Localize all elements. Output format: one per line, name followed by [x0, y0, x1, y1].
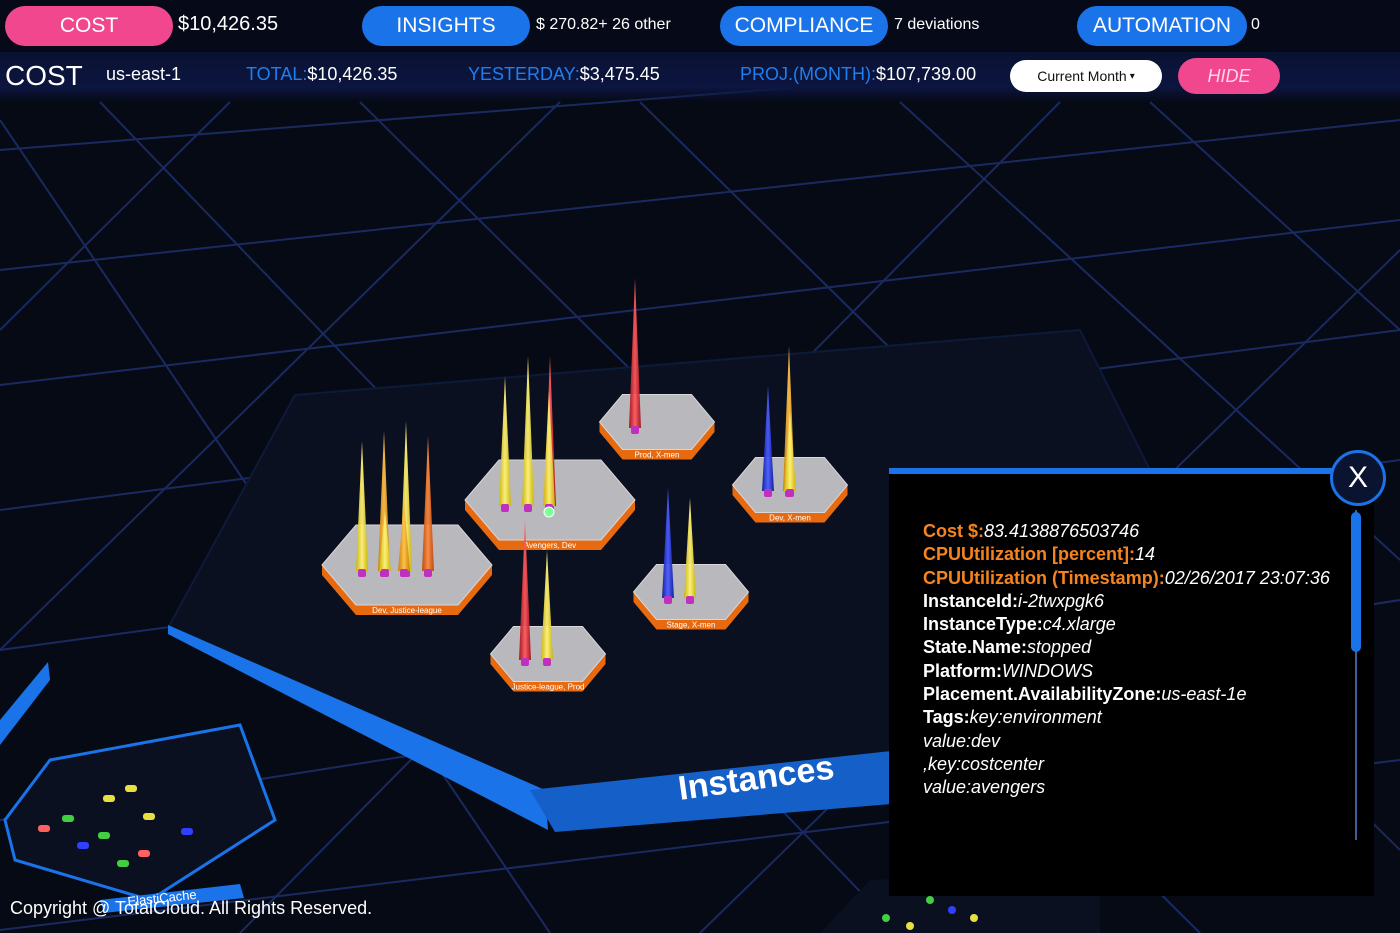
- instance-node: [521, 658, 529, 666]
- hex-label: Dev, X-men: [769, 514, 811, 523]
- detail-state: State.Name:stopped: [923, 636, 1333, 659]
- hex-label: Dev, Justice-league: [372, 606, 442, 615]
- detail-cpu-value: 14: [1135, 544, 1156, 565]
- total-cost: TOTAL:$10,426.35: [246, 64, 397, 85]
- yesterday-cost: YESTERDAY:$3,475.45: [468, 64, 660, 85]
- detail-tags-label: Tags:: [923, 707, 970, 728]
- region-label: us-east-1: [106, 64, 182, 84]
- detail-instance-id-label: InstanceId:: [923, 590, 1019, 611]
- detail-tags-line3: ,key:costcenter: [923, 753, 1045, 774]
- hex-label: Stage, X-men: [667, 621, 716, 630]
- detail-tags-line1: key:environment: [969, 707, 1102, 728]
- detail-instance-id-value: i-2twxpgk6: [1018, 590, 1105, 611]
- instance-node: [786, 489, 794, 497]
- section-title: COST: [5, 60, 83, 91]
- hex-top: [598, 394, 716, 450]
- yesterday-value: $3,475.45: [579, 64, 660, 84]
- total-label: TOTAL:: [246, 64, 308, 84]
- close-icon: X: [1347, 461, 1368, 494]
- hide-button[interactable]: HIDE: [1178, 58, 1280, 94]
- hex-label: Justice-league, Prod: [512, 683, 585, 692]
- projected-cost: PROJ.(MONTH):$107,739.00: [740, 64, 976, 85]
- detail-tags-line4: value:avengers: [923, 777, 1046, 798]
- period-select-value: Current Month: [1037, 68, 1127, 84]
- detail-instance-type-label: InstanceType:: [923, 614, 1043, 635]
- detail-cpu: CPUUtilization [percent]:14: [923, 543, 1333, 566]
- instance-node: [686, 596, 694, 604]
- detail-instance-type-value: c4.xlarge: [1042, 614, 1116, 635]
- detail-ts-label: CPUUtilization (Timestamp):: [923, 567, 1165, 588]
- detail-az: Placement.AvailabilityZone:us-east-1e: [923, 683, 1333, 706]
- instance-node: [631, 426, 639, 434]
- detail-tags-line2: value:dev: [923, 730, 1001, 751]
- instance-node: [664, 596, 672, 604]
- close-button[interactable]: X: [1330, 450, 1386, 506]
- elasticache-platform[interactable]: [0, 662, 277, 913]
- panel-scroll-thumb[interactable]: [1351, 512, 1361, 652]
- detail-platform-label: Platform:: [923, 660, 1003, 681]
- detail-state-value: stopped: [1027, 637, 1092, 658]
- instance-node: [424, 569, 432, 577]
- cost-spike[interactable]: [629, 278, 641, 428]
- automation-value: 0: [1251, 16, 1260, 33]
- detail-platform: Platform:WINDOWS: [923, 660, 1333, 683]
- detail-cost-label: Cost $:: [923, 521, 985, 541]
- tab-automation[interactable]: AUTOMATION: [1077, 6, 1247, 46]
- detail-instance-id: InstanceId:i-2twxpgk6: [923, 590, 1333, 613]
- detail-ts-value: 02/26/2017 23:07:36: [1164, 567, 1330, 588]
- detail-instance-type: InstanceType:c4.xlarge: [923, 613, 1333, 636]
- projected-label: PROJ.(MONTH):: [740, 64, 876, 84]
- detail-az-label: Placement.AvailabilityZone:: [923, 684, 1162, 705]
- instance-node: [764, 489, 772, 497]
- chevron-down-icon: ▾: [1129, 70, 1135, 82]
- hex-label: Prod, X-men: [635, 451, 680, 460]
- instance-node: [524, 504, 532, 512]
- instance-node: [358, 569, 366, 577]
- detail-state-label: State.Name:: [923, 637, 1028, 658]
- detail-cpu-label: CPUUtilization [percent]:: [923, 544, 1136, 565]
- instance-node: [400, 569, 408, 577]
- instance-node: [501, 504, 509, 512]
- detail-cpu-timestamp: CPUUtilization (Timestamp):02/26/2017 23…: [923, 567, 1333, 590]
- compliance-value: 7 deviations: [894, 16, 980, 33]
- hex-label: Avengers, Dev: [524, 541, 576, 550]
- instance-node: [381, 569, 389, 577]
- tab-compliance[interactable]: COMPLIANCE: [720, 6, 888, 46]
- detail-tags: Tags:key:environment: [923, 706, 1333, 729]
- detail-platform-value: WINDOWS: [1002, 660, 1093, 681]
- cost-total-value: $10,426.35: [178, 13, 279, 35]
- instance-node: [543, 658, 551, 666]
- yesterday-label: YESTERDAY:: [468, 64, 580, 84]
- detail-cost: Cost $:83.4138876503746: [923, 520, 1333, 543]
- period-select[interactable]: Current Month ▾: [1010, 60, 1162, 92]
- selected-instance-marker[interactable]: [543, 506, 555, 518]
- tab-cost[interactable]: COST: [5, 6, 173, 46]
- instance-details: Cost $:83.4138876503746 CPUUtilization […: [923, 520, 1333, 800]
- projected-value: $107,739.00: [875, 64, 977, 84]
- detail-cost-value: 83.4138876503746: [984, 521, 1140, 541]
- total-value: $10,426.35: [307, 64, 398, 84]
- detail-az-value: us-east-1e: [1161, 684, 1247, 705]
- copyright-footer: Copyright @ TotalCloud. All Rights Reser…: [10, 898, 373, 918]
- tab-insights[interactable]: INSIGHTS: [362, 6, 530, 46]
- insights-value: $ 270.82+ 26 other: [536, 16, 671, 33]
